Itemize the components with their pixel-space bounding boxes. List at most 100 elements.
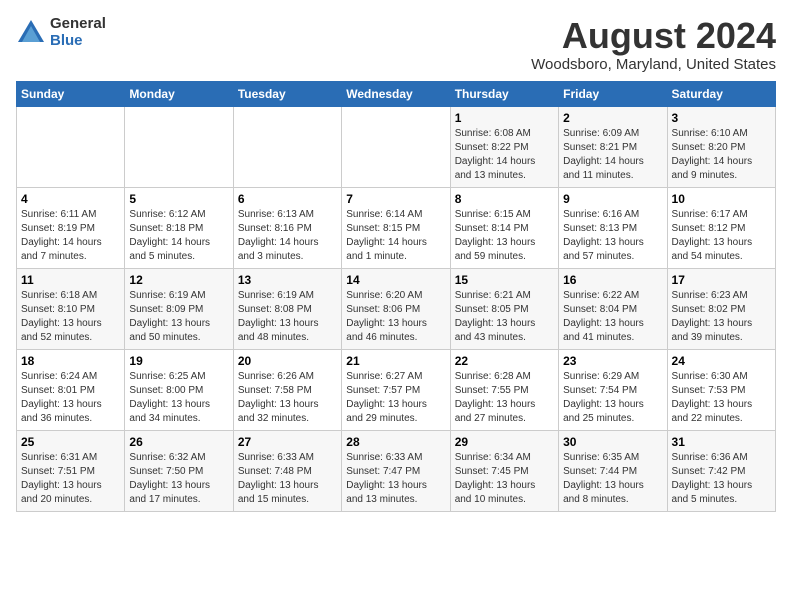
day-number: 7 [346, 192, 445, 206]
calendar-cell: 1 Sunrise: 6:08 AM Sunset: 8:22 PM Daylig… [450, 106, 558, 187]
day-info: Sunrise: 6:16 AM Sunset: 8:13 PM Dayligh… [563, 208, 662, 264]
logo-icon [16, 18, 46, 48]
calendar-cell [342, 106, 450, 187]
col-thursday: Thursday [450, 81, 558, 106]
day-number: 6 [238, 192, 337, 206]
calendar-cell: 9Sunrise: 6:16 AM Sunset: 8:13 PM Daylig… [559, 187, 667, 268]
calendar-cell: 27 Sunrise: 6:33 AM Sunset: 7:48 PM Dayli… [233, 430, 341, 511]
day-number: 15 [455, 273, 554, 287]
calendar-week-3: 11 Sunrise: 6:18 AM Sunset: 8:10 PM Dayli… [17, 268, 776, 349]
calendar-cell: 5 Sunrise: 6:12 AM Sunset: 8:18 PM Daylig… [125, 187, 233, 268]
day-info: Sunrise: 6:19 AM Sunset: 8:08 PM Dayligh… [238, 289, 337, 345]
calendar-cell: 20 Sunrise: 6:26 AM Sunset: 7:58 PM Dayli… [233, 349, 341, 430]
day-info: Sunrise: 6:14 AM Sunset: 8:15 PM Dayligh… [346, 208, 445, 264]
day-info: Sunrise: 6:33 AM Sunset: 7:47 PM Dayligh… [346, 451, 445, 507]
day-info: Sunrise: 6:21 AM Sunset: 8:05 PM Dayligh… [455, 289, 554, 345]
day-info: Sunrise: 6:32 AM Sunset: 7:50 PM Dayligh… [129, 451, 228, 507]
calendar-cell: 4Sunrise: 6:11 AM Sunset: 8:19 PM Daylig… [17, 187, 125, 268]
day-info: Sunrise: 6:18 AM Sunset: 8:10 PM Dayligh… [21, 289, 120, 345]
col-friday: Friday [559, 81, 667, 106]
calendar-cell: 23Sunrise: 6:29 AM Sunset: 7:54 PM Dayli… [559, 349, 667, 430]
calendar-cell: 17 Sunrise: 6:23 AM Sunset: 8:02 PM Dayli… [667, 268, 775, 349]
day-number: 13 [238, 273, 337, 287]
calendar-cell: 7 Sunrise: 6:14 AM Sunset: 8:15 PM Daylig… [342, 187, 450, 268]
calendar-subtitle: Woodsboro, Maryland, United States [531, 56, 776, 73]
calendar-cell: 26 Sunrise: 6:32 AM Sunset: 7:50 PM Dayli… [125, 430, 233, 511]
calendar-cell: 21Sunrise: 6:27 AM Sunset: 7:57 PM Dayli… [342, 349, 450, 430]
day-info: Sunrise: 6:34 AM Sunset: 7:45 PM Dayligh… [455, 451, 554, 507]
day-info: Sunrise: 6:08 AM Sunset: 8:22 PM Dayligh… [455, 127, 554, 183]
calendar-cell: 8Sunrise: 6:15 AM Sunset: 8:14 PM Daylig… [450, 187, 558, 268]
day-number: 11 [21, 273, 120, 287]
day-number: 1 [455, 111, 554, 125]
calendar-cell: 11 Sunrise: 6:18 AM Sunset: 8:10 PM Dayli… [17, 268, 125, 349]
calendar-cell: 22 Sunrise: 6:28 AM Sunset: 7:55 PM Dayli… [450, 349, 558, 430]
day-info: Sunrise: 6:19 AM Sunset: 8:09 PM Dayligh… [129, 289, 228, 345]
day-number: 8 [455, 192, 554, 206]
calendar-cell: 6 Sunrise: 6:13 AM Sunset: 8:16 PM Daylig… [233, 187, 341, 268]
calendar-title: August 2024 [531, 16, 776, 56]
day-number: 12 [129, 273, 228, 287]
logo-text: General Blue [50, 16, 106, 49]
day-number: 14 [346, 273, 445, 287]
day-number: 22 [455, 354, 554, 368]
day-info: Sunrise: 6:09 AM Sunset: 8:21 PM Dayligh… [563, 127, 662, 183]
calendar-cell: 16 Sunrise: 6:22 AM Sunset: 8:04 PM Dayli… [559, 268, 667, 349]
calendar-cell: 15 Sunrise: 6:21 AM Sunset: 8:05 PM Dayli… [450, 268, 558, 349]
day-info: Sunrise: 6:33 AM Sunset: 7:48 PM Dayligh… [238, 451, 337, 507]
day-info: Sunrise: 6:23 AM Sunset: 8:02 PM Dayligh… [672, 289, 771, 345]
day-number: 10 [672, 192, 771, 206]
calendar-table: Sunday Monday Tuesday Wednesday Thursday… [16, 81, 776, 512]
day-number: 17 [672, 273, 771, 287]
day-number: 3 [672, 111, 771, 125]
title-block: August 2024 Woodsboro, Maryland, United … [531, 16, 776, 73]
calendar-cell: 30 Sunrise: 6:35 AM Sunset: 7:44 PM Dayli… [559, 430, 667, 511]
calendar-week-1: 1 Sunrise: 6:08 AM Sunset: 8:22 PM Daylig… [17, 106, 776, 187]
calendar-cell: 29 Sunrise: 6:34 AM Sunset: 7:45 PM Dayli… [450, 430, 558, 511]
day-info: Sunrise: 6:26 AM Sunset: 7:58 PM Dayligh… [238, 370, 337, 426]
calendar-cell: 25Sunrise: 6:31 AM Sunset: 7:51 PM Dayli… [17, 430, 125, 511]
col-wednesday: Wednesday [342, 81, 450, 106]
day-info: Sunrise: 6:35 AM Sunset: 7:44 PM Dayligh… [563, 451, 662, 507]
calendar-week-4: 18Sunrise: 6:24 AM Sunset: 8:01 PM Dayli… [17, 349, 776, 430]
day-number: 20 [238, 354, 337, 368]
calendar-cell [17, 106, 125, 187]
day-info: Sunrise: 6:13 AM Sunset: 8:16 PM Dayligh… [238, 208, 337, 264]
calendar-cell: 13 Sunrise: 6:19 AM Sunset: 8:08 PM Dayli… [233, 268, 341, 349]
day-number: 5 [129, 192, 228, 206]
day-info: Sunrise: 6:27 AM Sunset: 7:57 PM Dayligh… [346, 370, 445, 426]
calendar-cell: 28 Sunrise: 6:33 AM Sunset: 7:47 PM Dayli… [342, 430, 450, 511]
page-header: General Blue August 2024 Woodsboro, Mary… [16, 16, 776, 73]
calendar-cell: 2 Sunrise: 6:09 AM Sunset: 8:21 PM Daylig… [559, 106, 667, 187]
calendar-cell: 14 Sunrise: 6:20 AM Sunset: 8:06 PM Dayli… [342, 268, 450, 349]
calendar-cell: 3 Sunrise: 6:10 AM Sunset: 8:20 PM Daylig… [667, 106, 775, 187]
calendar-week-2: 4Sunrise: 6:11 AM Sunset: 8:19 PM Daylig… [17, 187, 776, 268]
col-sunday: Sunday [17, 81, 125, 106]
day-number: 4 [21, 192, 120, 206]
day-info: Sunrise: 6:22 AM Sunset: 8:04 PM Dayligh… [563, 289, 662, 345]
day-number: 29 [455, 435, 554, 449]
day-number: 2 [563, 111, 662, 125]
day-info: Sunrise: 6:28 AM Sunset: 7:55 PM Dayligh… [455, 370, 554, 426]
calendar-body: 1 Sunrise: 6:08 AM Sunset: 8:22 PM Daylig… [17, 106, 776, 511]
day-info: Sunrise: 6:20 AM Sunset: 8:06 PM Dayligh… [346, 289, 445, 345]
calendar-cell: 10Sunrise: 6:17 AM Sunset: 8:12 PM Dayli… [667, 187, 775, 268]
day-number: 19 [129, 354, 228, 368]
day-number: 26 [129, 435, 228, 449]
day-info: Sunrise: 6:25 AM Sunset: 8:00 PM Dayligh… [129, 370, 228, 426]
day-info: Sunrise: 6:12 AM Sunset: 8:18 PM Dayligh… [129, 208, 228, 264]
calendar-cell [125, 106, 233, 187]
day-info: Sunrise: 6:10 AM Sunset: 8:20 PM Dayligh… [672, 127, 771, 183]
day-number: 16 [563, 273, 662, 287]
day-number: 28 [346, 435, 445, 449]
day-number: 18 [21, 354, 120, 368]
day-number: 27 [238, 435, 337, 449]
calendar-week-5: 25Sunrise: 6:31 AM Sunset: 7:51 PM Dayli… [17, 430, 776, 511]
day-info: Sunrise: 6:29 AM Sunset: 7:54 PM Dayligh… [563, 370, 662, 426]
header-row: Sunday Monday Tuesday Wednesday Thursday… [17, 81, 776, 106]
calendar-cell: 19 Sunrise: 6:25 AM Sunset: 8:00 PM Dayli… [125, 349, 233, 430]
col-monday: Monday [125, 81, 233, 106]
day-info: Sunrise: 6:30 AM Sunset: 7:53 PM Dayligh… [672, 370, 771, 426]
calendar-cell: 18Sunrise: 6:24 AM Sunset: 8:01 PM Dayli… [17, 349, 125, 430]
day-number: 30 [563, 435, 662, 449]
